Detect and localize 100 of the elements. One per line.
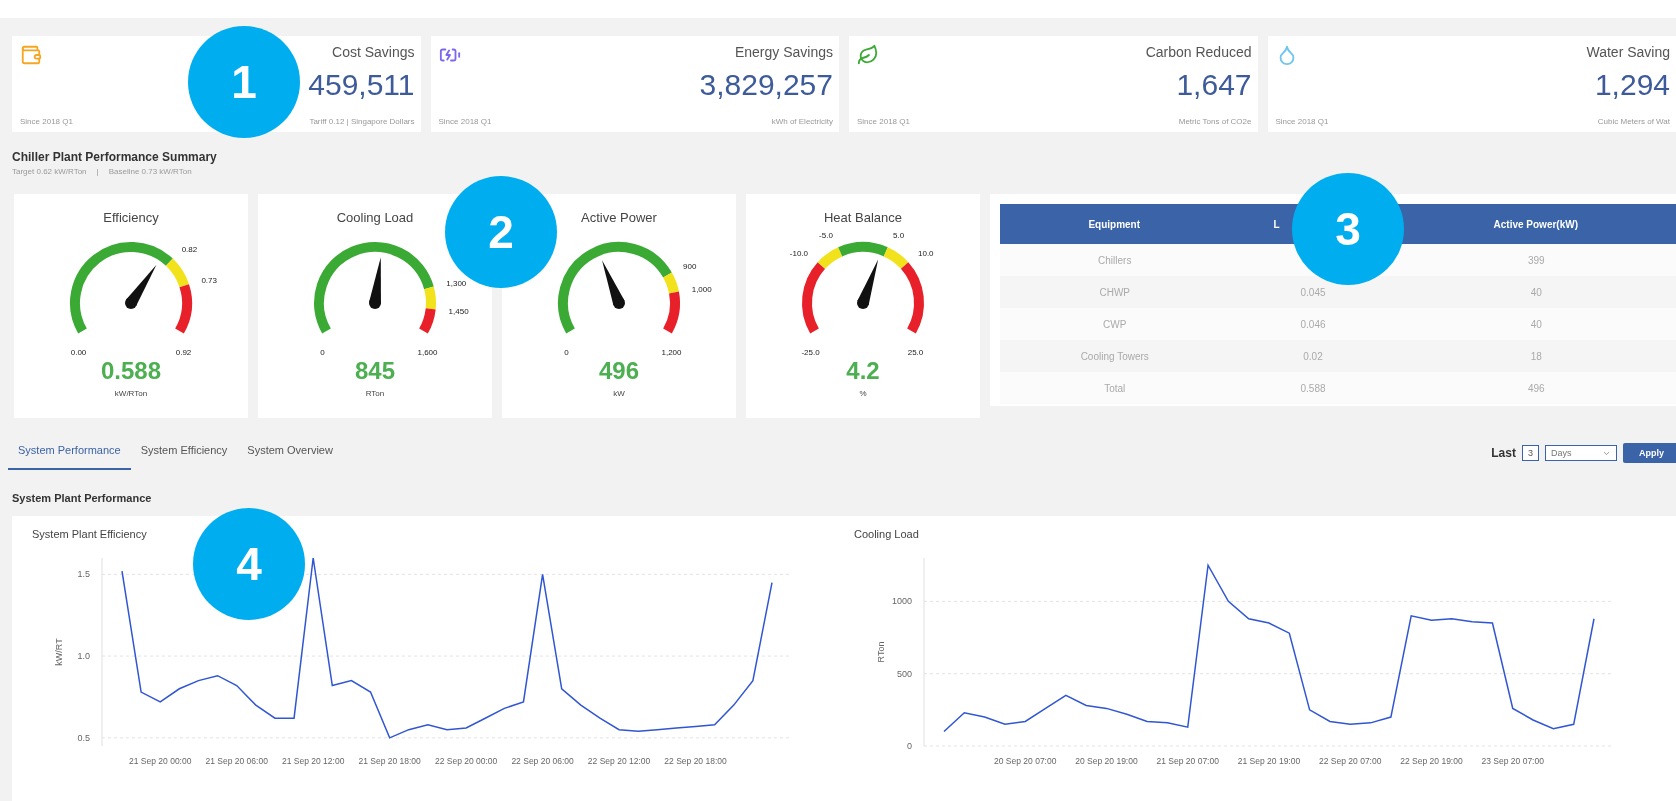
- kpi-value: 1,647: [1176, 68, 1252, 102]
- kpi-since: Since 2018 Q1: [20, 117, 73, 126]
- gauge-unit: RTon: [365, 389, 385, 398]
- section-title: System Plant Performance: [12, 492, 153, 504]
- axis-label: 1000: [891, 596, 912, 607]
- gauge-label: 5.0: [893, 231, 905, 241]
- table-cell: 40: [1396, 276, 1676, 308]
- axis-label: 0.5: [77, 732, 90, 743]
- kpi-unit: kWh of Electricity: [771, 117, 833, 126]
- axis-label: 21 Sep 20 18:00: [358, 756, 421, 766]
- gauge-unit: kW: [613, 389, 625, 398]
- separator-text: |: [96, 167, 99, 176]
- leaf-icon: [857, 44, 879, 66]
- gauge-label: 1,200: [661, 348, 682, 357]
- axis-label: 21 Sep 20 12:00: [282, 756, 345, 766]
- section-title: Chiller Plant Performance Summary: [12, 150, 218, 164]
- column-header: Active Power(kW): [1396, 204, 1676, 244]
- chart-title: System Plant Efficiency: [32, 528, 148, 540]
- gauge-label: 900: [683, 262, 697, 271]
- table-cell: 18: [1396, 340, 1676, 372]
- gauge-label: 1,300: [446, 279, 467, 289]
- gauge-needle: [125, 264, 157, 309]
- gauge-label: -5.0: [819, 231, 833, 241]
- chart-title: Cooling Load: [854, 528, 920, 540]
- axis-title: RTon: [876, 641, 886, 663]
- gauge-label: 0: [564, 348, 569, 357]
- gauge-label: 0.73: [201, 276, 217, 286]
- gauge-value: 845: [354, 357, 395, 385]
- table-cell: CWP: [1000, 308, 1230, 340]
- axis-label: 500: [896, 668, 912, 679]
- kpi-unit: Cubic Meters of Wat: [1597, 117, 1670, 126]
- kpi-unit: Metric Tons of CO2e: [1178, 117, 1252, 126]
- gauge-label: 0.92: [175, 348, 192, 357]
- table-cell: Cooling Towers: [1000, 340, 1230, 372]
- apply-button[interactable]: Apply: [1623, 443, 1676, 463]
- gauge-value: 496: [598, 357, 639, 385]
- gauge-label: -10.0: [789, 249, 808, 259]
- tab[interactable]: System Overview: [237, 436, 343, 470]
- gauge-label: 0: [320, 348, 325, 357]
- gauge-label: 1,450: [448, 306, 469, 316]
- gauge-label: 10.0: [918, 249, 934, 259]
- gauge-unit: kW/RTon: [114, 389, 148, 398]
- baseline-text: Baseline 0.73 kW/RTon: [108, 167, 192, 176]
- kpi-title: Carbon Reduced: [1145, 44, 1252, 60]
- kpi-title: Energy Savings: [734, 44, 833, 60]
- gauge-label: -25.0: [801, 348, 820, 357]
- axis-label: 22 Sep 20 19:00: [1400, 756, 1463, 766]
- target-text: Target 0.62 kW/RTon: [12, 167, 87, 176]
- table-cell: 0.045: [1229, 276, 1397, 308]
- table-cell: 399: [1396, 244, 1676, 276]
- kpi-since: Since 2018 Q1: [857, 117, 910, 126]
- table-cell: Chillers: [1000, 244, 1230, 276]
- axis-label: 20 Sep 20 19:00: [1075, 756, 1138, 766]
- kpi-title: Water Saving: [1586, 44, 1670, 60]
- axis-label: 22 Sep 20 06:00: [511, 756, 574, 766]
- axis-label: 23 Sep 20 07:00: [1481, 756, 1544, 766]
- axis-label: 22 Sep 20 18:00: [664, 756, 727, 766]
- table-cell: 0.02: [1229, 340, 1397, 372]
- axis-label: 0: [907, 741, 912, 751]
- gauge-label: 1,000: [691, 285, 712, 295]
- table-cell: 0.046: [1229, 308, 1397, 340]
- gauge-title: Cooling Load: [336, 210, 414, 225]
- gauge-label: 25.0: [907, 348, 924, 357]
- axis-label: 21 Sep 20 06:00: [205, 756, 268, 766]
- axis-label: 22 Sep 20 07:00: [1319, 756, 1382, 766]
- axis-label: 22 Sep 20 00:00: [434, 756, 498, 766]
- axis-label: 21 Sep 20 00:00: [129, 756, 192, 766]
- axis-label: 20 Sep 20 07:00: [994, 756, 1057, 766]
- tab[interactable]: System Efficiency: [130, 436, 238, 470]
- tab[interactable]: System Performance: [8, 436, 131, 470]
- gauge-needle: [857, 259, 879, 309]
- table-cell: Total: [1000, 372, 1230, 404]
- axis-label: 21 Sep 20 19:00: [1237, 756, 1301, 766]
- table-cell: 496: [1396, 372, 1676, 404]
- axis-label: 22 Sep 20 12:00: [587, 756, 651, 766]
- gauge-unit: %: [859, 389, 867, 398]
- kpi-title: Cost Savings: [332, 44, 415, 60]
- wallet-icon: [20, 44, 42, 66]
- count-field[interactable]: 3: [1521, 445, 1539, 461]
- gauge-label: 0.82: [181, 245, 198, 255]
- kpi-unit: Tariff 0.12 | Singapore Dollars: [309, 117, 415, 126]
- gauge-label: 0.00: [70, 348, 87, 357]
- axis-label: 21 Sep 20 07:00: [1156, 756, 1219, 766]
- table-cell: 0.588: [1229, 372, 1397, 404]
- column-header: Equipment: [1000, 204, 1230, 244]
- gauge-needle: [602, 260, 625, 309]
- table-cell: 40: [1396, 308, 1676, 340]
- kpi-since: Since 2018 Q1: [1275, 117, 1329, 126]
- table-cell: CHWP: [1000, 276, 1230, 308]
- gauge-title: Efficiency: [103, 210, 159, 225]
- gauge-title: Heat Balance: [823, 210, 903, 225]
- kpi-since: Since 2018 Q1: [438, 117, 492, 126]
- unit-dropdown[interactable]: Days: [1545, 445, 1617, 461]
- axis-label: 1.0: [77, 651, 90, 662]
- axis-label: 1.5: [77, 569, 90, 580]
- kpi-value: 3,829,257: [699, 68, 833, 102]
- filter-label: Last: [1491, 446, 1516, 460]
- gauge-label: 1,600: [417, 348, 438, 357]
- kpi-value: 1,294: [1594, 68, 1670, 102]
- gauge-value: 0.588: [100, 357, 162, 385]
